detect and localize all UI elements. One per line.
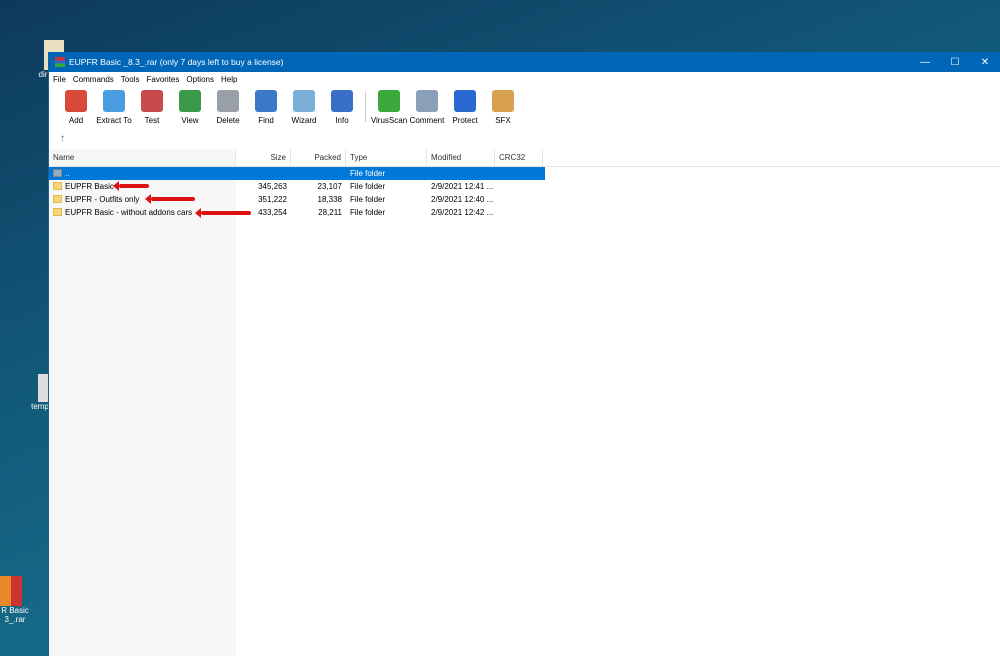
column-header: Name Size Packed Type Modified CRC32 (49, 149, 1000, 167)
delete-label: Delete (216, 116, 240, 125)
protect-icon (454, 90, 476, 112)
file-list: Name Size Packed Type Modified CRC32 .. F… (49, 149, 1000, 656)
wizard-icon (293, 90, 315, 112)
view-button[interactable]: View (171, 90, 209, 125)
column-packed[interactable]: Packed (291, 149, 346, 166)
toolbar: Add Extract To Test View Delete Find Wizard Inf… (49, 86, 1000, 130)
info-button[interactable]: Info (323, 90, 361, 125)
winrar-window: EUPFR Basic _8.3_.rar (only 7 days left … (48, 52, 1000, 656)
annotation-arrow (195, 208, 251, 218)
menu-options[interactable]: Options (186, 75, 214, 84)
test-icon (141, 90, 163, 112)
add-icon (65, 90, 87, 112)
menu-help[interactable]: Help (221, 75, 237, 84)
column-crc32[interactable]: CRC32 (495, 149, 543, 166)
find-button[interactable]: Find (247, 90, 285, 125)
file-row[interactable]: EUPFR Basic 345,263 23,107 File folder 2/9/2… (49, 180, 1000, 193)
wizard-button[interactable]: Wizard (285, 90, 323, 125)
sfx-label: SFX (495, 116, 511, 125)
folder-icon (53, 169, 62, 177)
desktop-icon-temp[interactable]: temp (30, 374, 50, 411)
column-name[interactable]: Name (49, 149, 236, 166)
find-icon (255, 90, 277, 112)
menu-bar: File Commands Tools Favorites Options Help (49, 72, 1000, 86)
sfx-icon (492, 90, 514, 112)
folder-icon (53, 195, 62, 203)
test-button[interactable]: Test (133, 90, 171, 125)
up-arrow-icon[interactable]: ↑ (49, 130, 1000, 150)
virusscan-icon (378, 90, 400, 112)
protect-label: Protect (452, 116, 478, 125)
annotation-arrow (113, 181, 149, 191)
file-row[interactable]: .. File folder (49, 167, 545, 180)
maximize-button[interactable]: ☐ (940, 57, 970, 68)
column-type[interactable]: Type (346, 149, 427, 166)
extract-to-button[interactable]: Extract To (95, 90, 133, 125)
minimize-button[interactable]: — (910, 57, 940, 68)
menu-favorites[interactable]: Favorites (146, 75, 179, 84)
delete-button[interactable]: Delete (209, 90, 247, 125)
virusscan-label: VirusScan (370, 116, 408, 125)
column-modified[interactable]: Modified (427, 149, 495, 166)
info-icon (331, 90, 353, 112)
desktop-icon-rar[interactable]: R Basic 3_.rar (0, 576, 30, 624)
virusscan-button[interactable]: VirusScan (370, 90, 408, 125)
find-label: Find (258, 116, 274, 125)
folder-icon (53, 182, 62, 190)
add-button[interactable]: Add (57, 90, 95, 125)
title-bar: EUPFR Basic _8.3_.rar (only 7 days left … (49, 52, 1000, 72)
delete-icon (217, 90, 239, 112)
winrar-logo-icon (55, 57, 65, 67)
extract-to-label: Extract To (96, 116, 132, 125)
add-label: Add (68, 116, 84, 125)
extract-to-icon (103, 90, 125, 112)
menu-commands[interactable]: Commands (73, 75, 114, 84)
file-row[interactable]: EUPFR Basic - without addons cars 433,254… (49, 206, 1000, 219)
folder-icon (53, 208, 62, 216)
window-title: EUPFR Basic _8.3_.rar (only 7 days left … (69, 57, 284, 67)
menu-tools[interactable]: Tools (121, 75, 140, 84)
wizard-label: Wizard (291, 116, 317, 125)
column-size[interactable]: Size (236, 149, 291, 166)
protect-button[interactable]: Protect (446, 90, 484, 125)
menu-file[interactable]: File (53, 75, 66, 84)
test-label: Test (144, 116, 160, 125)
comment-icon (416, 90, 438, 112)
view-icon (179, 90, 201, 112)
annotation-arrow (145, 194, 195, 204)
comment-button[interactable]: Comment (408, 90, 446, 125)
view-label: View (181, 116, 199, 125)
sfx-button[interactable]: SFX (484, 90, 522, 125)
toolbar-separator (365, 92, 366, 122)
info-label: Info (335, 116, 349, 125)
close-button[interactable]: ✕ (970, 57, 1000, 68)
comment-label: Comment (409, 116, 445, 125)
